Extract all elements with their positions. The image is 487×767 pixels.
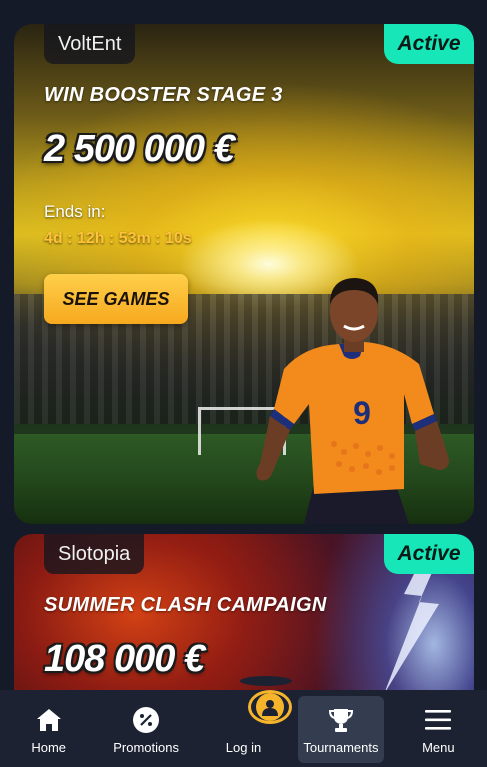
tournaments-page: 9 VoltEnt Active WIN BOOSTER STAGE 3 2 5… xyxy=(0,0,487,767)
prize-amount: 108 000 € xyxy=(44,638,205,680)
nav-item-login[interactable]: Log in xyxy=(195,676,293,767)
nav-item-home[interactable]: Home xyxy=(0,690,97,767)
jersey-number: 9 xyxy=(353,395,371,431)
login-button-ring[interactable] xyxy=(248,690,293,724)
status-badge: Active xyxy=(384,534,474,574)
nav-item-menu[interactable]: Menu xyxy=(390,690,487,767)
provider-label: VoltEnt xyxy=(44,24,136,64)
ends-in-label: Ends in: xyxy=(44,202,106,221)
nav-label: Home xyxy=(31,740,67,755)
nav-label: Log in xyxy=(225,740,262,755)
provider-label: Slotopia xyxy=(44,534,145,574)
countdown-timer: 4d : 12h : 53m : 10s xyxy=(44,230,192,247)
nav-item-promotions[interactable]: Promotions xyxy=(97,690,194,767)
nav-label: Promotions xyxy=(113,740,179,755)
trophy-icon xyxy=(326,706,356,734)
prize-amount: 2 500 000 € xyxy=(44,128,235,170)
tournament-title: SUMMER CLASH CAMPAIGN xyxy=(44,594,327,616)
nav-label: Menu xyxy=(422,740,455,755)
login-bump xyxy=(240,676,293,686)
nav-label: Tournaments xyxy=(303,740,379,755)
nav-item-tournaments[interactable]: Tournaments xyxy=(292,690,389,767)
football-player-image: 9 xyxy=(256,278,450,524)
percent-icon xyxy=(131,706,161,734)
hamburger-menu-icon xyxy=(423,706,453,734)
tournament-title: WIN BOOSTER STAGE 3 xyxy=(44,84,283,106)
bottom-nav: Home Promotions Log in Tournaments Menu xyxy=(0,676,487,767)
home-icon xyxy=(34,706,64,734)
status-badge: Active xyxy=(384,24,474,64)
user-icon xyxy=(256,693,285,721)
tournament-card-voltent[interactable]: 9 VoltEnt Active WIN BOOSTER STAGE 3 2 5… xyxy=(14,24,474,524)
see-games-button[interactable]: SEE GAMES xyxy=(44,274,188,324)
